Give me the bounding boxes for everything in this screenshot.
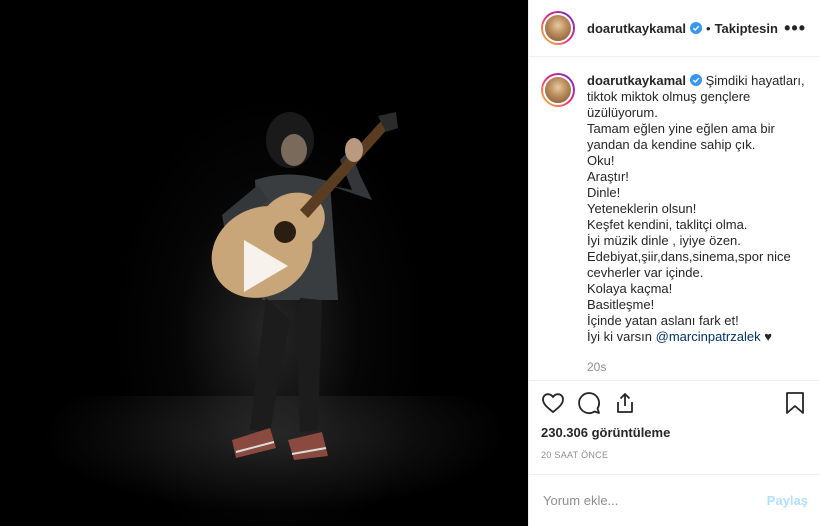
caption-line: Kolaya kaçma! bbox=[587, 281, 673, 296]
video-player[interactable] bbox=[0, 0, 528, 526]
caption-username[interactable]: doarutkaykamal bbox=[587, 73, 686, 88]
caption: doarutkaykamal Şimdiki hayatları, tiktok… bbox=[541, 73, 806, 375]
post-header: doarutkaykamal • Takiptesin ••• bbox=[529, 0, 820, 57]
caption-line: İyi ki varsın bbox=[587, 329, 653, 344]
comment-icon[interactable] bbox=[577, 391, 601, 415]
avatar[interactable] bbox=[541, 11, 575, 45]
avatar-image bbox=[543, 13, 573, 43]
caption-body: doarutkaykamal Şimdiki hayatları, tiktok… bbox=[587, 73, 805, 375]
header-username[interactable]: doarutkaykamal bbox=[587, 21, 686, 36]
bookmark-icon[interactable] bbox=[784, 391, 806, 415]
heart-emoji: ♥ bbox=[764, 329, 772, 344]
caption-line: Yeteneklerin olsun! bbox=[587, 201, 697, 216]
caption-line: Edebiyat,şiir,dans,sinema,spor nice cevh… bbox=[587, 249, 791, 280]
verified-icon bbox=[690, 22, 702, 34]
caption-line: Araştır! bbox=[587, 169, 629, 184]
post-timestamp[interactable]: 20 SAAT ÖNCE bbox=[541, 450, 806, 460]
caption-line: Oku! bbox=[587, 153, 615, 168]
caption-line: Dinle! bbox=[587, 185, 621, 200]
caption-line: İyi müzik dinle , iyiye özen. bbox=[587, 233, 741, 248]
mention-link[interactable]: @marcinpatrzalek bbox=[656, 329, 761, 344]
caption-line: Tamam eğlen yine eğlen ama bir yandan da… bbox=[587, 121, 775, 152]
caption-line: Keşfet kendini, taklitçi olma. bbox=[587, 217, 748, 232]
follow-status-button[interactable]: Takiptesin bbox=[715, 21, 778, 36]
post-modal: doarutkaykamal • Takiptesin ••• doarutka… bbox=[0, 0, 820, 526]
caption-line: İçinde yatan aslanı fark et! bbox=[587, 313, 739, 328]
post-comment-button[interactable]: Paylaş bbox=[767, 493, 808, 508]
action-icons bbox=[541, 387, 806, 419]
add-comment-bar: Paylaş bbox=[529, 474, 820, 526]
action-bar: 230.306 görüntüleme 20 SAAT ÖNCE bbox=[529, 380, 820, 474]
caption-timestamp[interactable]: 20s bbox=[587, 359, 805, 375]
comment-input[interactable] bbox=[543, 493, 767, 508]
caption-avatar[interactable] bbox=[541, 73, 575, 107]
separator-dot: • bbox=[706, 20, 711, 36]
share-icon[interactable] bbox=[613, 391, 637, 415]
post-sidebar: doarutkaykamal • Takiptesin ••• doarutka… bbox=[528, 0, 820, 526]
avatar-image bbox=[543, 75, 573, 105]
play-icon[interactable] bbox=[222, 226, 302, 306]
view-count[interactable]: 230.306 görüntüleme bbox=[541, 425, 806, 440]
heart-icon[interactable] bbox=[541, 391, 565, 415]
verified-icon bbox=[690, 74, 702, 86]
caption-line: Basitleşme! bbox=[587, 297, 655, 312]
comments-area[interactable]: doarutkaykamal Şimdiki hayatları, tiktok… bbox=[529, 57, 820, 380]
more-icon[interactable]: ••• bbox=[784, 18, 806, 39]
